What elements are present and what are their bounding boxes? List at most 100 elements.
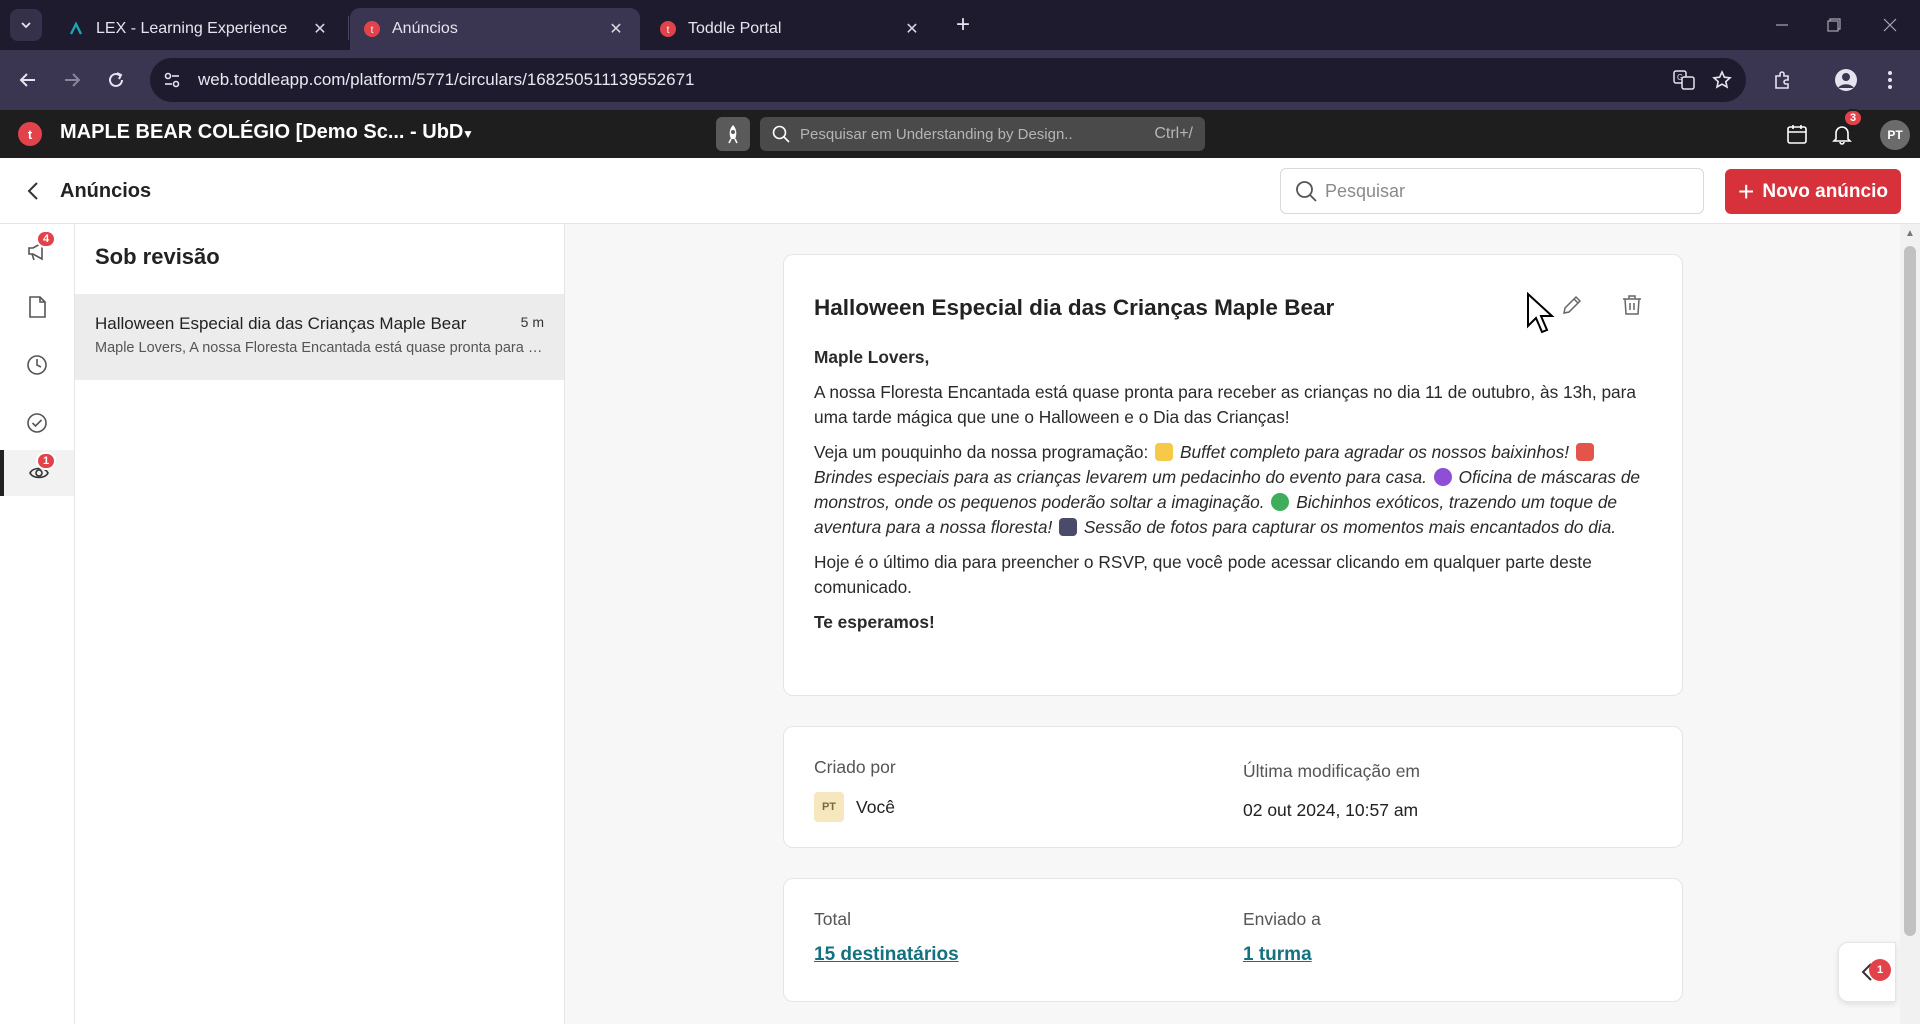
trash-icon [1623,295,1641,315]
list-item[interactable]: Halloween Especial dia das Crianças Mapl… [75,294,564,380]
browser-tab-lex[interactable]: LEX - Learning Experience ✕ [54,8,344,50]
message-body: Maple Lovers, A nossa Floresta Encantada… [814,345,1652,635]
browser-menu-button[interactable] [1874,64,1906,96]
search-icon [1296,181,1317,202]
creator-avatar: PT [814,792,844,822]
minimize-icon [1776,24,1788,26]
scroll-up-arrow-icon[interactable]: ▲ [1905,228,1915,239]
rail-item-announcements[interactable]: 4 [0,228,74,274]
address-bar[interactable]: web.toddleapp.com/platform/5771/circular… [150,58,1746,102]
creator-name: Você [856,796,895,817]
close-tab-icon[interactable]: ✕ [606,19,626,39]
translate-icon[interactable]: G [1670,66,1698,94]
page-back-button[interactable] [20,178,46,204]
tab-separator [348,16,349,40]
page-title: Anúncios [60,180,152,202]
program-item: Sessão de fotos para capturar os momento… [1083,517,1617,537]
toddle-favicon-icon: t [660,21,676,37]
camera-icon [1059,518,1078,536]
rail-item-scheduled[interactable] [0,342,74,388]
message-paragraph: Hoje é o último dia para preencher o RSV… [814,552,1592,597]
browser-toolbar: web.toddleapp.com/platform/5771/circular… [0,50,1920,110]
tab-title: Toddle Portal [688,20,782,37]
announcements-search[interactable] [1280,168,1704,214]
calendar-icon[interactable] [1784,121,1810,147]
restore-window-button[interactable] [1814,10,1854,40]
profile-button[interactable] [1830,64,1862,96]
recipients-link[interactable]: 15 destinatários [814,944,959,966]
recipients-card: Total 15 destinatários Enviado a 1 turma [783,878,1683,1002]
minimize-window-button[interactable] [1762,10,1802,40]
announcement-list-panel: Sob revisão Halloween Especial dia das C… [75,224,565,1024]
sent-to-label: Enviado a [1243,909,1321,929]
metadata-card: Criado por PT Você Última modificação em… [783,726,1683,848]
list-heading: Sob revisão [95,244,220,269]
side-panel-toggle[interactable]: 1 [1838,942,1896,1002]
reload-button[interactable] [100,64,132,96]
profile-icon [1835,69,1857,91]
document-icon [29,296,46,318]
app-header: t MAPLE BEAR COLÉGIO [Demo Sc... - UbD ▼… [0,109,1920,158]
announcement-detail: Halloween Especial dia das Crianças Mapl… [565,224,1900,1024]
program-item: Brindes especiais para as crianças levar… [814,467,1427,487]
browser-tab-bar: LEX - Learning Experience ✕ t Anúncios ✕… [0,0,1920,50]
reload-icon [109,72,123,87]
message-program-paragraph: Veja um pouquinho da nossa programação: … [814,440,1652,540]
global-search-placeholder: Pesquisar em Understanding by Design.. [800,125,1073,143]
tab-title: Anúncios [392,20,458,37]
global-search-input[interactable]: Pesquisar em Understanding by Design.. C… [760,117,1205,151]
close-tab-icon[interactable]: ✕ [902,19,922,39]
total-label: Total [814,909,851,929]
bookmark-star-icon[interactable] [1708,66,1736,94]
message-paragraph: A nossa Floresta Encantada está quase pr… [814,382,1637,427]
caret-down-icon[interactable]: ▼ [462,127,474,141]
announcements-search-input[interactable] [1325,180,1685,202]
close-window-button[interactable] [1870,10,1910,40]
chevron-down-icon [21,22,31,29]
snake-icon [1271,493,1290,511]
extensions-button[interactable] [1766,64,1798,96]
tab-title: LEX - Learning Experience [96,20,288,37]
tab-search-button[interactable] [10,9,42,41]
list-item-preview: Maple Lovers, A nossa Floresta Encantada… [95,340,545,356]
search-icon [772,125,790,143]
program-item: Buffet completo para agradar os nossos b… [1179,442,1570,462]
gift-icon [1575,443,1594,461]
sent-to-link[interactable]: 1 turma [1243,944,1312,966]
scroll-thumb[interactable] [1904,246,1916,936]
modified-value: 02 out 2024, 10:57 am [1243,800,1419,820]
url-text: web.toddleapp.com/platform/5771/circular… [198,70,695,89]
svg-text:G: G [1677,73,1683,82]
forward-button[interactable] [56,64,88,96]
check-circle-icon [27,413,47,433]
kebab-menu-icon [1888,71,1892,89]
toddle-logo[interactable]: t [18,122,42,146]
sparkles-icon [1155,443,1174,461]
clock-icon [27,355,47,375]
message-greeting: Maple Lovers, [814,347,930,367]
under-review-count-badge: 1 [36,452,57,470]
delete-button[interactable] [1620,293,1644,322]
browser-tab-anuncios[interactable]: t Anúncios ✕ [350,8,640,50]
rail-item-sent[interactable] [0,400,74,446]
site-info-icon[interactable] [154,62,190,98]
toddle-favicon-icon: t [364,21,380,37]
new-announcement-label: Novo anúncio [1762,180,1888,202]
svg-text:t: t [371,25,374,36]
rail-item-under-review[interactable]: 1 [0,450,74,496]
close-tab-icon[interactable]: ✕ [310,19,330,39]
new-tab-button[interactable]: + [948,10,978,40]
rail-item-drafts[interactable] [0,284,74,330]
edit-button[interactable] [1560,293,1584,322]
new-announcement-button[interactable]: + Novo anúncio [1725,169,1901,214]
notifications-button[interactable]: 3 [1829,109,1864,147]
message-closing: Te esperamos! [814,612,935,632]
user-avatar[interactable]: PT [1880,120,1910,150]
school-switcher[interactable]: MAPLE BEAR COLÉGIO [Demo Sc... - UbD [60,121,463,144]
list-item-title: Halloween Especial dia das Crianças Mapl… [95,314,467,333]
back-button[interactable] [12,64,44,96]
left-rail: 4 1 [0,224,75,1024]
browser-tab-toddle-portal[interactable]: t Toddle Portal ✕ [646,8,936,50]
main-scrollbar[interactable]: ▲ [1900,224,1920,1024]
rocket-icon[interactable] [716,117,750,151]
